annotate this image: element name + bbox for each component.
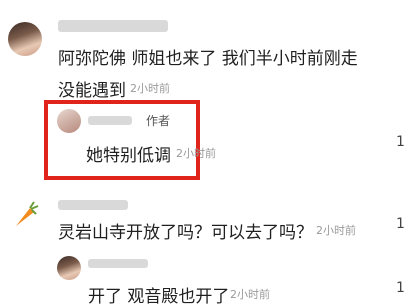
reply-text: 开了 观音殿也开了	[88, 287, 230, 307]
like-count[interactable]: 1	[396, 216, 405, 232]
like-count[interactable]: 1	[396, 134, 405, 150]
avatar-author[interactable]	[57, 109, 81, 133]
avatar-reply[interactable]	[57, 256, 81, 280]
author-name[interactable]	[88, 116, 132, 125]
author-tag: 作者	[146, 114, 171, 128]
username-2[interactable]	[58, 200, 128, 210]
username-1[interactable]	[58, 20, 168, 32]
comment-time: 2小时前	[316, 224, 356, 237]
reply-time: 2小时前	[176, 147, 216, 160]
comment-text: 阿弥陀佛 师姐也来了 我们半小时前刚走	[58, 49, 358, 69]
comment-time: 2小时前	[130, 82, 170, 95]
reply-text: 她特别低调	[86, 146, 171, 166]
reply-time: 2小时前	[230, 288, 270, 301]
comment-text-line-2: 没能遇到	[58, 81, 126, 101]
reply-name[interactable]	[88, 259, 148, 268]
carrot-icon	[16, 201, 39, 226]
avatar-user-1[interactable]	[8, 22, 42, 56]
comment-text: 灵岩山寺开放了吗？可以去了吗？	[58, 223, 313, 243]
avatar-user-2[interactable]	[8, 196, 42, 230]
like-count[interactable]: 1	[396, 280, 405, 296]
